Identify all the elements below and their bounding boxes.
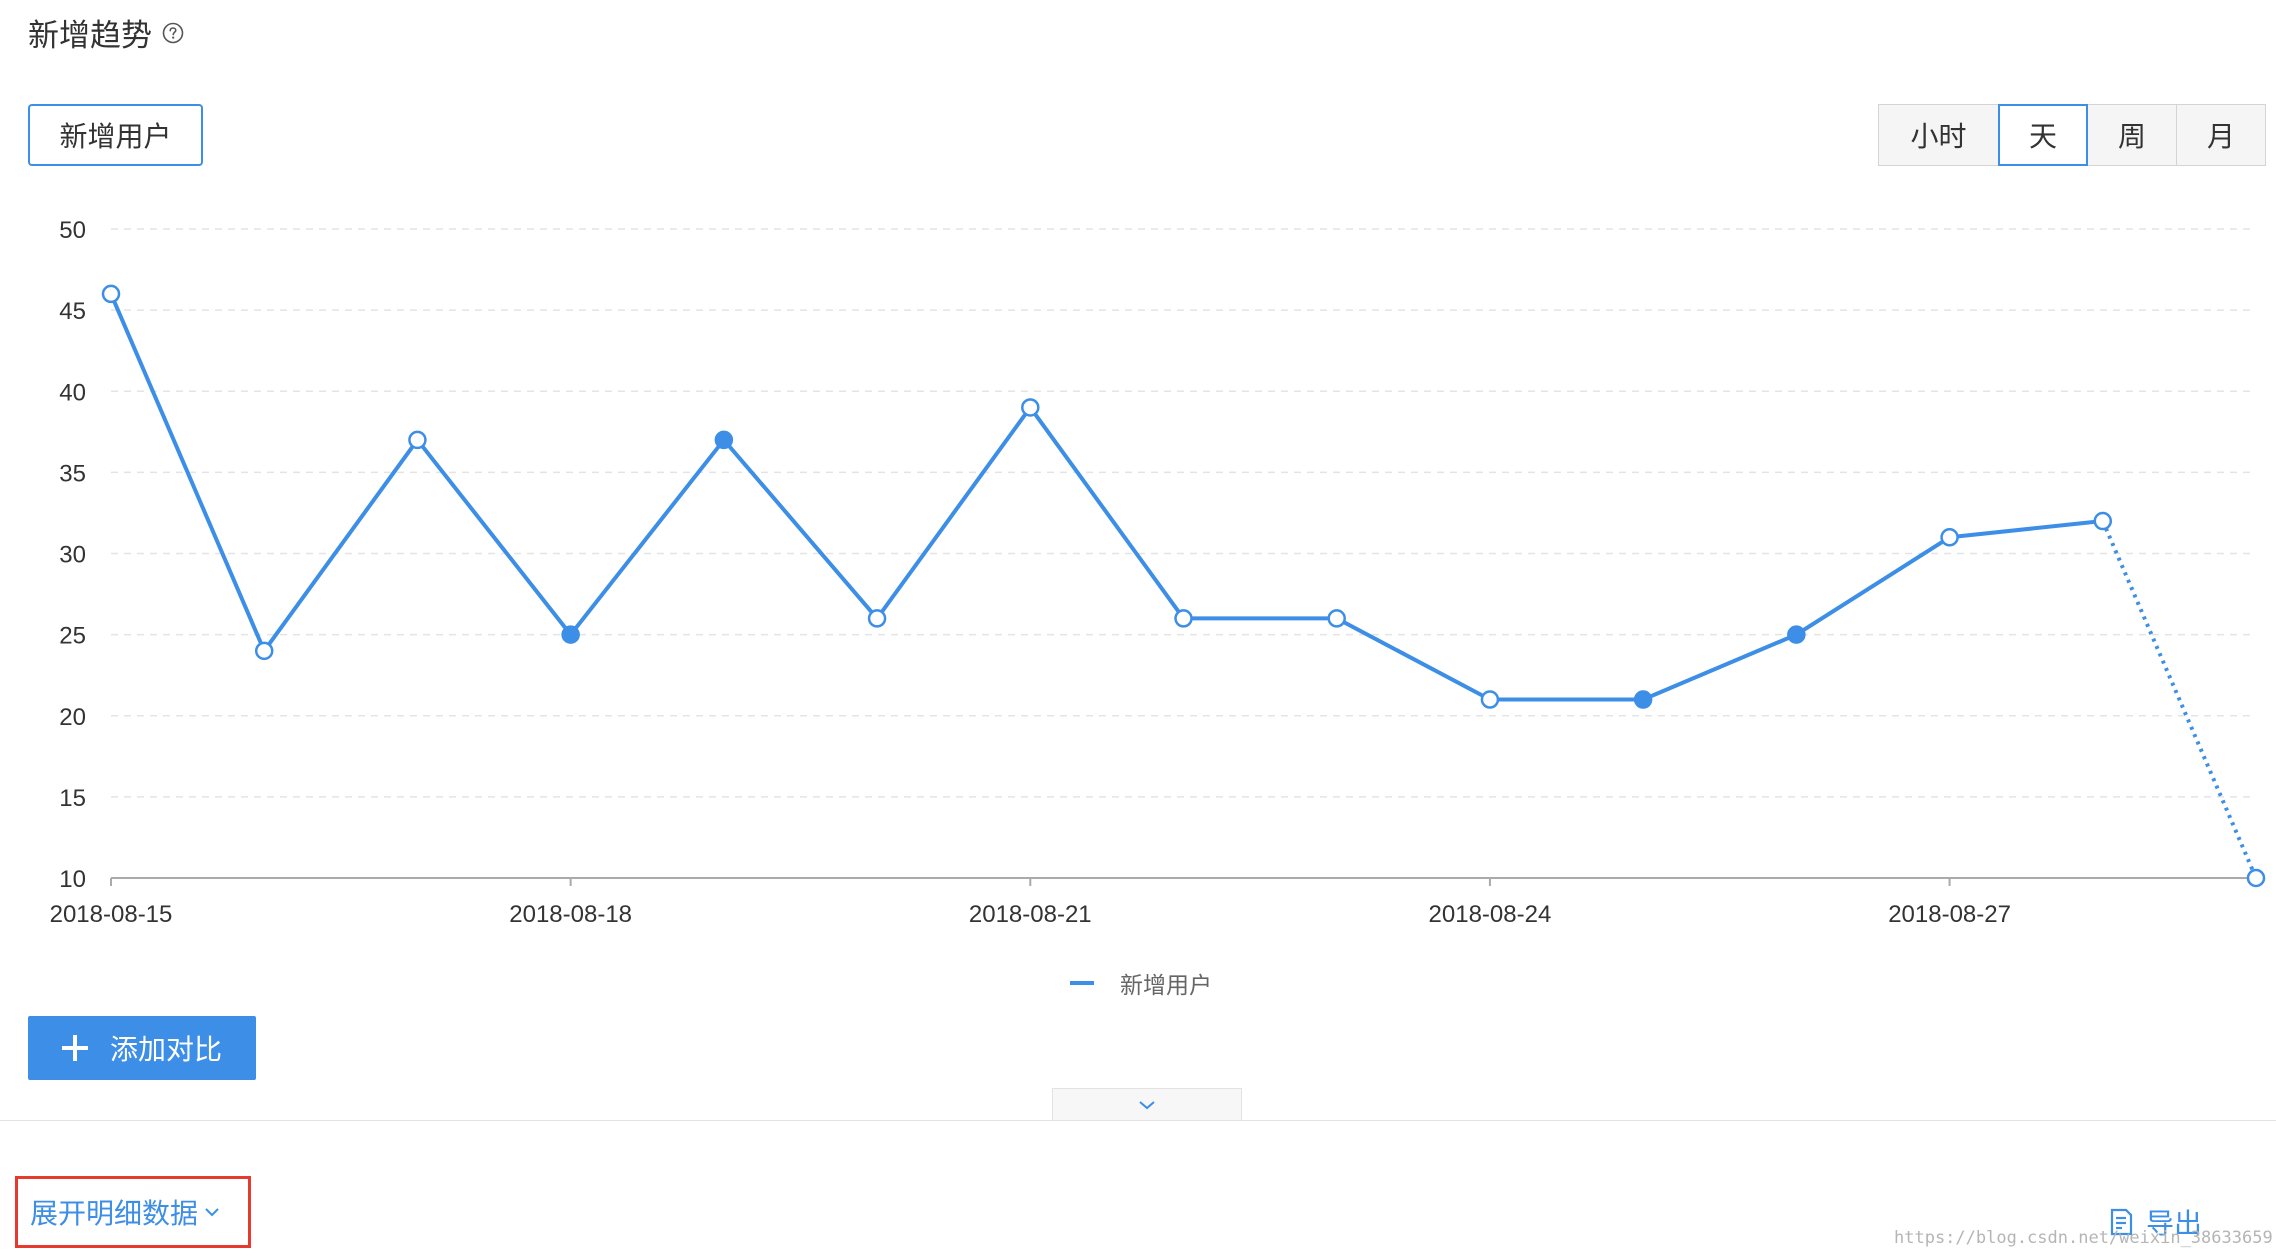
series-line-dotted [2100,520,2258,879]
expand-detail-link[interactable]: 展开明细数据 [15,1176,251,1248]
y-tick-label: 40 [59,379,86,406]
y-tick-label: 15 [59,785,86,812]
add-compare-label: 添加对比 [109,1034,222,1065]
granularity-day-button[interactable]: 天 [1998,104,2088,166]
data-point [101,284,121,304]
data-point [1327,609,1346,628]
data-point [1480,690,1500,709]
y-tick-label: 10 [59,866,86,893]
granularity-hour-button[interactable]: 小时 [1878,104,1999,166]
y-tick-label: 20 [59,704,86,731]
granularity-month-button[interactable]: 月 [2176,104,2266,166]
trend-line-chart: 10 15 20 25 30 35 40 45 50 2018-08-15 2018-08-18 20… [50,217,2266,928]
data-point [1787,625,1806,644]
chevron-down-icon [205,1208,219,1217]
title-text: 新增趋势 [28,18,152,53]
data-point [714,430,734,450]
metric-selector-button[interactable]: 新增用户 [28,104,203,166]
data-point [1940,528,1959,547]
data-point [2246,868,2266,888]
watermark: https://blog.csdn.net/weixin_38633659 [1894,1228,2273,1248]
legend-swatch [1070,981,1094,985]
y-tick-label: 45 [59,298,86,325]
x-tick-label: 2018-08-24 [1429,901,1552,928]
y-tick-label: 30 [59,542,86,569]
section-divider [0,1120,2276,1121]
x-tick-label: 2018-08-18 [509,901,632,928]
granularity-week-button[interactable]: 周 [2087,104,2177,166]
chart-legend[interactable]: 新增用户 [1070,966,1212,1000]
data-point [561,625,580,644]
data-point [1174,609,1193,628]
y-tick-label: 50 [59,217,86,244]
y-tick-label: 25 [59,623,86,650]
question-circle-icon[interactable] [162,22,184,44]
legend-label: 新增用户 [1120,972,1212,998]
x-tick-label: 2018-08-27 [1888,901,2011,928]
expand-detail-label: 展开明细数据 [30,1198,199,1229]
x-tick-label: 2018-08-21 [969,901,1092,928]
data-point [1021,398,1040,417]
granularity-toggle: 小时 天 周 月 [1878,104,2266,166]
data-point [408,430,427,450]
collapse-toggle[interactable] [1052,1088,1242,1121]
add-compare-button[interactable]: 添加对比 [28,1016,256,1080]
page-title: 新增趋势 [28,10,184,55]
data-point [867,609,887,628]
x-tick-label: 2018-08-15 [50,901,173,928]
y-tick-label: 35 [59,460,86,487]
data-point [254,641,274,661]
data-point [2093,511,2113,531]
plus-icon [61,1035,88,1061]
data-point [1633,690,1653,709]
chevron-down-icon [1139,1101,1155,1110]
